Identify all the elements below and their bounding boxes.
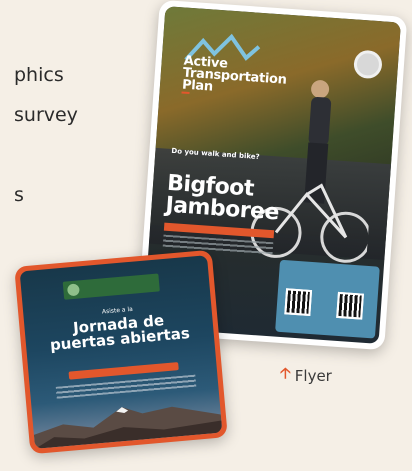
partial-text-graphics: phics: [14, 64, 64, 86]
caption-label: Flyer: [294, 366, 332, 385]
qr-code-icon: [284, 288, 313, 317]
arrow-up-icon: 🡡: [280, 364, 291, 382]
partial-text-survey: survey: [14, 104, 78, 126]
spanish-flyer-image[interactable]: Asiste a la Jornada de puertas abiertas: [14, 249, 228, 455]
event-title: Bigfoot Jamboree: [164, 170, 280, 226]
qr-code-icon: [336, 291, 364, 320]
partial-text-s: s: [14, 184, 24, 206]
flyer-caption: 🡡 Flyer: [280, 363, 332, 388]
spanish-flyer-poster: Asiste a la Jornada de puertas abiertas: [19, 255, 223, 449]
